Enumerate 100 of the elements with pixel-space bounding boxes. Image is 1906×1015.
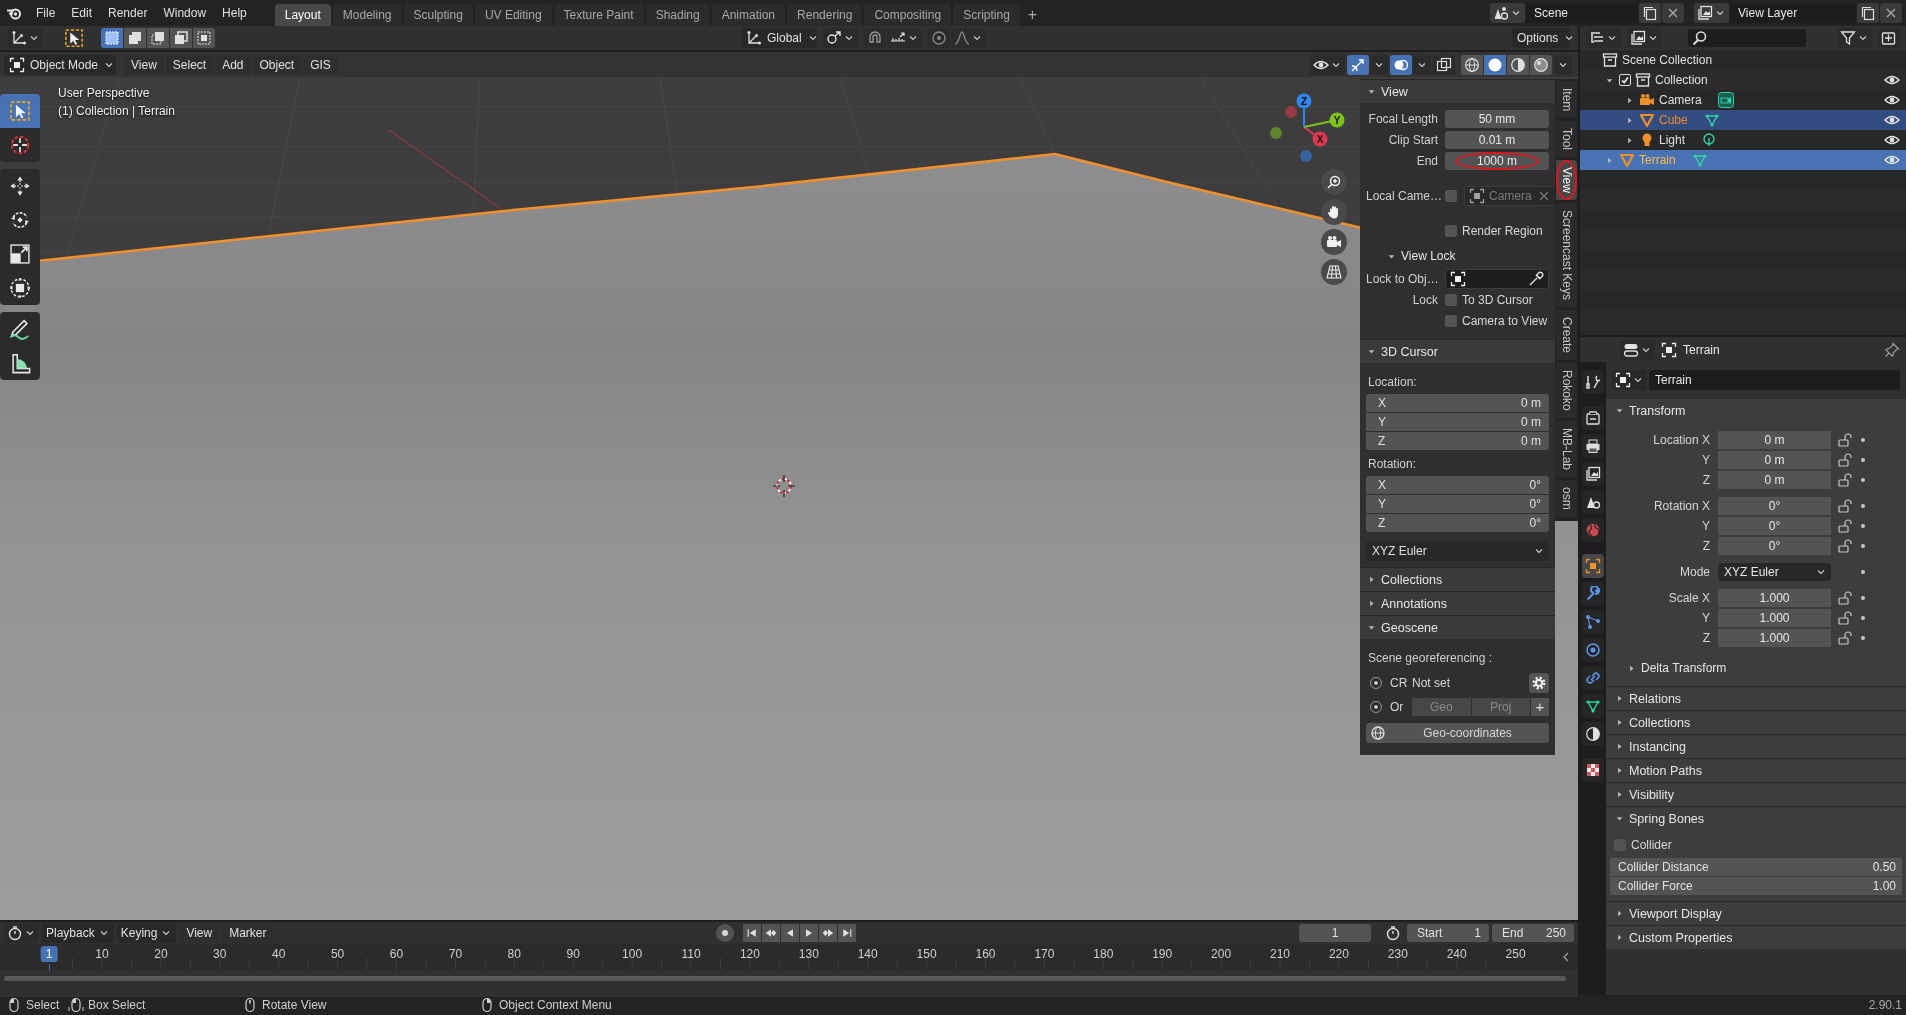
menu-item[interactable]: Select: [165, 54, 214, 75]
field-label: Z: [1701, 472, 1711, 487]
menu-item[interactable]: GIS: [303, 54, 338, 75]
panel-header[interactable]: Geoscene: [1360, 615, 1555, 639]
rotation-mode-dropdown[interactable]: XYZ Euler: [1718, 562, 1831, 581]
menu-item[interactable]: View: [124, 54, 164, 75]
sidebar-tab[interactable]: osm: [1556, 479, 1577, 517]
current-frame-field[interactable]: 1: [1299, 924, 1371, 942]
menu-item[interactable]: Object: [252, 54, 302, 75]
number-field[interactable]: Collider Distance 0.50: [1610, 858, 1902, 876]
number-field[interactable]: 0 m: [1718, 430, 1831, 449]
number-field[interactable]: 1.000: [1718, 608, 1831, 627]
add-workspace-button[interactable]: +: [1021, 4, 1044, 26]
outliner-row[interactable]: Light: [1580, 130, 1906, 150]
panel-header[interactable]: Motion Paths: [1606, 758, 1906, 782]
number-field[interactable]: 1.000: [1718, 628, 1831, 647]
name-field[interactable]: Terrain: [1649, 370, 1900, 390]
panel-header[interactable]: Annotations: [1360, 591, 1555, 615]
subpanel-header[interactable]: View Lock: [1366, 244, 1549, 268]
number-field[interactable]: 0°: [1718, 496, 1831, 515]
checkbox-option[interactable]: To 3D Cursor: [1445, 293, 1533, 307]
sidebar-tab[interactable]: Rokoko: [1556, 363, 1577, 418]
panel-header[interactable]: Relations: [1606, 686, 1906, 710]
menu-item[interactable]: Help: [214, 3, 255, 23]
number-field[interactable]: 0°: [1718, 536, 1831, 555]
number-field[interactable]: Y 0 m: [1366, 413, 1549, 431]
start-frame-field[interactable]: Start 1: [1407, 924, 1489, 942]
status-hint: Rotate View: [262, 998, 327, 1012]
number-field[interactable]: 1000 m: [1445, 152, 1549, 170]
sidebar-tab[interactable]: MB-Lab: [1556, 420, 1577, 477]
view-name-label: User Perspective: [58, 86, 151, 100]
mode-dropdown[interactable]: Object Mode: [4, 54, 116, 75]
view-layer-name-field[interactable]: View Layer: [1730, 3, 1856, 23]
add-button[interactable]: +: [1531, 698, 1549, 716]
sidebar-tab[interactable]: Screencast Keys: [1556, 203, 1577, 308]
sidebar-tab[interactable]: View: [1556, 160, 1577, 201]
end-frame-field[interactable]: End 250: [1492, 924, 1574, 942]
scene-name-field[interactable]: Scene: [1526, 3, 1638, 23]
outliner-row[interactable]: Camera: [1580, 90, 1906, 110]
checkbox-option[interactable]: Render Region: [1445, 224, 1543, 238]
number-field[interactable]: 50 mm: [1445, 110, 1549, 128]
frame-number: 170: [1034, 947, 1055, 961]
panel-header[interactable]: Transform: [1606, 398, 1906, 422]
menu-item[interactable]: Edit: [63, 3, 101, 23]
navigation-gizmo[interactable]: X Y Z: [1259, 82, 1349, 172]
workspace-tab[interactable]: Scripting: [953, 4, 1020, 26]
number-field[interactable]: Collider Force 1.00: [1610, 877, 1902, 895]
frame-ruler[interactable]: 1 10 20 30 40 50 60 70 80 90 100 110 120 130 140 150 160 170 180 190 200 210 220 230 240 250: [0, 944, 1578, 970]
sidebar-tab[interactable]: Item: [1556, 81, 1577, 119]
orientation-dropdown[interactable]: Global: [741, 28, 817, 48]
menu-item[interactable]: Add: [215, 54, 251, 75]
panel-header[interactable]: Custom Properties: [1606, 925, 1906, 949]
workspace-tab[interactable]: Compositing: [864, 4, 952, 26]
panel-header[interactable]: Collections: [1606, 710, 1906, 734]
workspace-tab[interactable]: Modeling: [332, 4, 402, 26]
sidebar-tab[interactable]: Tool: [1556, 121, 1577, 158]
number-field[interactable]: Z 0 m: [1366, 432, 1549, 450]
playhead[interactable]: 1: [40, 946, 58, 962]
panel-header[interactable]: 3D Cursor: [1360, 339, 1555, 363]
panel-header[interactable]: Collections: [1360, 567, 1555, 591]
outliner-row[interactable]: Scene Collection: [1580, 50, 1906, 70]
panel-header[interactable]: Spring Bones: [1606, 806, 1906, 830]
number-field[interactable]: Z 0°: [1366, 514, 1549, 532]
options-dropdown[interactable]: Options: [1512, 28, 1570, 48]
number-field[interactable]: 1.000: [1718, 588, 1831, 607]
outliner-row[interactable]: Collection: [1580, 70, 1906, 90]
checkbox-option[interactable]: Collider: [1614, 838, 1902, 852]
workspace-tab[interactable]: Rendering: [787, 4, 863, 26]
number-field[interactable]: 0 m: [1718, 470, 1831, 489]
frame-number: 140: [857, 947, 878, 961]
workspace-tab[interactable]: Sculpting: [403, 4, 473, 26]
checkbox-option[interactable]: Camera to View: [1445, 314, 1548, 328]
workspace-tab[interactable]: Shading: [645, 4, 710, 26]
number-field[interactable]: Y 0°: [1366, 495, 1549, 513]
number-field[interactable]: X 0 m: [1366, 394, 1549, 412]
workspace-tab[interactable]: Animation: [711, 4, 786, 26]
panel-header[interactable]: View: [1360, 79, 1555, 103]
menu-item[interactable]: Window: [155, 3, 215, 23]
menu-item[interactable]: File: [28, 3, 64, 23]
workspace-tab[interactable]: UV Editing: [474, 4, 552, 26]
number-field[interactable]: X 0°: [1366, 476, 1549, 494]
menu-dropdown[interactable]: Keying: [116, 923, 177, 943]
panel-header[interactable]: Instancing: [1606, 734, 1906, 758]
panel-header[interactable]: Viewport Display: [1606, 901, 1906, 925]
field-label: Clip Start: [1387, 133, 1438, 147]
geo-coordinates-button[interactable]: Geo-coordinates: [1366, 723, 1549, 743]
subpanel-header[interactable]: Delta Transform: [1610, 656, 1902, 680]
menu-dropdown[interactable]: Playback: [42, 923, 114, 943]
rotation-mode-dropdown[interactable]: XYZ Euler: [1366, 541, 1549, 561]
frame-number: 180: [1093, 947, 1114, 961]
menu-item[interactable]: Render: [100, 3, 156, 23]
workspace-tab[interactable]: Texture Paint: [553, 4, 644, 26]
number-field[interactable]: 0 m: [1718, 450, 1831, 469]
panel-header[interactable]: Visibility: [1606, 782, 1906, 806]
number-field[interactable]: 0°: [1718, 516, 1831, 535]
number-field[interactable]: 0.01 m: [1445, 131, 1549, 149]
sidebar-tab[interactable]: Create: [1556, 310, 1577, 361]
context-label: Terrain: [1683, 342, 1720, 357]
field-label: End: [1415, 154, 1438, 168]
workspace-tab[interactable]: Layout: [274, 4, 331, 26]
